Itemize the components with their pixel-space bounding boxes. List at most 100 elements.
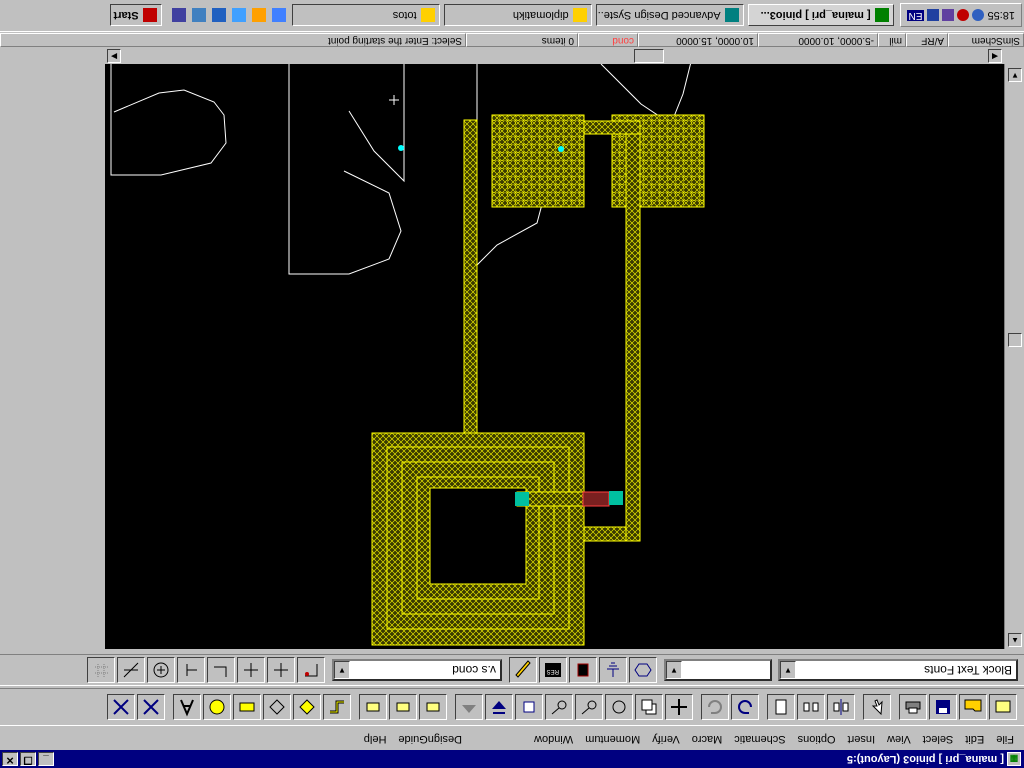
- scroll-right-button[interactable]: ▶: [107, 49, 121, 63]
- layout-icon: [874, 8, 889, 23]
- quick-launch-icon[interactable]: [251, 8, 266, 23]
- pencil-button[interactable]: [509, 657, 537, 683]
- snap-mode-button[interactable]: [297, 657, 325, 683]
- redo-button[interactable]: [701, 694, 729, 720]
- scroll-up-button[interactable]: ▲: [1008, 633, 1022, 647]
- rotate-button[interactable]: [605, 694, 633, 720]
- menu-momentum[interactable]: Momentum: [579, 733, 646, 745]
- new-button[interactable]: [989, 694, 1017, 720]
- close-button[interactable]: ✕: [2, 752, 18, 766]
- status-bar: SimSchem A/RF mil -5.0000, 10.0000 10.00…: [0, 32, 1024, 48]
- tray-icon: [927, 9, 940, 22]
- snap-mid-button[interactable]: [267, 657, 295, 683]
- scroll-thumb[interactable]: [634, 49, 664, 63]
- minimize-button[interactable]: _: [38, 752, 54, 766]
- menu-file[interactable]: File: [990, 733, 1020, 745]
- layout-canvas[interactable]: [105, 23, 1004, 649]
- scroll-down-button[interactable]: ▼: [1008, 68, 1022, 82]
- component-icon: [775, 699, 787, 715]
- insert-polyline-button[interactable]: [263, 694, 291, 720]
- chevron-down-icon[interactable]: ▼: [780, 661, 796, 679]
- insert-text-button[interactable]: [173, 694, 201, 720]
- arrow-up-icon: [462, 705, 476, 713]
- snap-all-button[interactable]: [107, 694, 135, 720]
- quick-launch-icon[interactable]: [211, 8, 226, 23]
- align-left-button[interactable]: [827, 694, 855, 720]
- menu-options[interactable]: Options: [792, 733, 842, 745]
- horizontal-scrollbar[interactable]: ◀ ▶: [105, 48, 1004, 64]
- trace-button[interactable]: [389, 694, 417, 720]
- undo-button[interactable]: [731, 694, 759, 720]
- chevron-down-icon[interactable]: ▼: [666, 661, 682, 679]
- component-button[interactable]: [767, 694, 795, 720]
- insert-path-button[interactable]: [323, 694, 351, 720]
- stretch-button[interactable]: [545, 694, 573, 720]
- trace-left: [625, 120, 641, 542]
- menu-window[interactable]: Window: [528, 733, 579, 745]
- menu-view[interactable]: View: [881, 733, 917, 745]
- quick-launch-icon[interactable]: [191, 8, 206, 23]
- task-maina-pri[interactable]: [ maina_pri ] pinio3...: [747, 4, 894, 27]
- push-button[interactable]: [485, 694, 513, 720]
- copy-button[interactable]: [635, 694, 663, 720]
- align-center-button[interactable]: [797, 694, 825, 720]
- quick-launch-icon[interactable]: [171, 8, 186, 23]
- open-button[interactable]: [959, 694, 987, 720]
- menu-help[interactable]: Help: [358, 733, 393, 745]
- hexagon-button[interactable]: [629, 657, 657, 683]
- vertical-scrollbar[interactable]: ▲ ▼: [1004, 64, 1024, 649]
- snap-intersect-button[interactable]: [117, 657, 145, 683]
- quick-launch-icon[interactable]: [231, 8, 246, 23]
- status-coord-2: -5.0000, 10.0000: [758, 33, 878, 47]
- layout-component-button[interactable]: [569, 657, 597, 683]
- task-totos[interactable]: totos: [291, 4, 440, 27]
- font-combo[interactable]: Block Text Fonts ▼: [778, 659, 1018, 681]
- port-button[interactable]: [515, 694, 543, 720]
- value-combo[interactable]: ▼: [664, 659, 772, 681]
- snap-grid-button[interactable]: [87, 657, 115, 683]
- scroll-thumb[interactable]: [1008, 333, 1022, 347]
- save-button[interactable]: [929, 694, 957, 720]
- printer-icon: [905, 701, 921, 714]
- insert-polygon-button[interactable]: [293, 694, 321, 720]
- task-ads[interactable]: Advanced Design Syste...: [595, 4, 744, 27]
- status-prompt: Select: Enter the starting point: [0, 33, 466, 47]
- quick-launch-icon[interactable]: [271, 8, 286, 23]
- ground-button[interactable]: [599, 657, 627, 683]
- results-icon: RES: [545, 663, 561, 677]
- insert-circle-button[interactable]: [203, 694, 231, 720]
- menu-verify[interactable]: Verify: [646, 733, 686, 745]
- rectangle-icon: [239, 702, 255, 712]
- pad-right: [491, 114, 585, 208]
- print-button[interactable]: [899, 694, 927, 720]
- snap-center-button[interactable]: [147, 657, 175, 683]
- insert-rectangle-button[interactable]: [233, 694, 261, 720]
- scroll-left-button[interactable]: ◀: [988, 49, 1002, 63]
- path-button[interactable]: [359, 694, 387, 720]
- via-button[interactable]: [419, 694, 447, 720]
- snap-end-button[interactable]: [177, 657, 205, 683]
- text-layer-toolbar: Block Text Fonts ▼ ▼ RES v.s cond ▼: [0, 654, 1024, 686]
- task-diplomatikh[interactable]: diplomatikh: [443, 4, 592, 27]
- menu-schematic[interactable]: Schematic: [728, 733, 791, 745]
- menu-macro[interactable]: Macro: [686, 733, 729, 745]
- pointer-button[interactable]: [863, 694, 891, 720]
- chevron-down-icon[interactable]: ▼: [334, 661, 350, 679]
- port-marker: [515, 492, 529, 506]
- snap-edge-button[interactable]: [237, 657, 265, 683]
- pop-button[interactable]: [455, 694, 483, 720]
- layer-combo[interactable]: v.s cond ▼: [332, 659, 502, 681]
- screen-root: ▦ [ maina_pri ] pinio3 (Layout):5 _ ❐ ✕ …: [0, 0, 1024, 768]
- menu-edit[interactable]: Edit: [959, 733, 990, 745]
- results-button[interactable]: RES: [539, 657, 567, 683]
- language-indicator[interactable]: EN: [906, 10, 925, 21]
- menu-insert[interactable]: Insert: [842, 733, 882, 745]
- move-button[interactable]: [665, 694, 693, 720]
- restore-button[interactable]: ❐: [20, 752, 36, 766]
- snap-vertex-button[interactable]: [207, 657, 235, 683]
- mirror-button[interactable]: [575, 694, 603, 720]
- snap-button[interactable]: [137, 694, 165, 720]
- start-button[interactable]: Start: [109, 4, 162, 27]
- menu-designguide[interactable]: DesignGuide: [392, 733, 468, 745]
- menu-select[interactable]: Select: [917, 733, 960, 745]
